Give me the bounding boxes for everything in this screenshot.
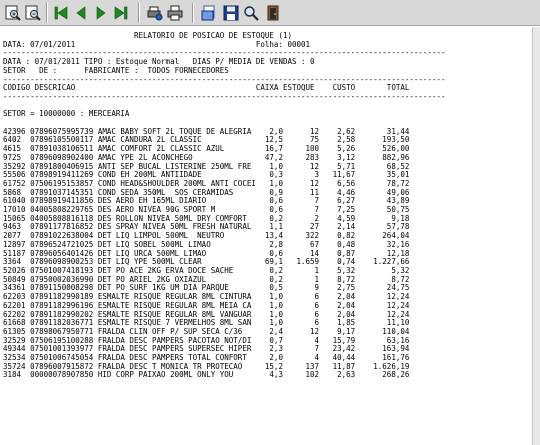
table-row: 61305 07898067950771 FRALDA CLIN OFF P/ … [3, 326, 410, 336]
open-button[interactable] [200, 4, 218, 22]
table-row: 61752 07506195153857 COND HEAD&SHOULDER … [3, 178, 410, 188]
open-icon [201, 5, 215, 21]
zoom-out-page-icon [25, 5, 41, 21]
find-button[interactable] [242, 4, 260, 22]
table-row: 55506 07898919411269 COND EH 200ML ANTII… [3, 170, 410, 180]
table-row: 32534 07501006745054 FRALDA DESC PAMPERS… [3, 353, 410, 363]
table-row: 9725 07896098902400 AMAC YPE 2L ACONCHEG… [3, 152, 410, 162]
next-page-icon [96, 6, 106, 20]
table-row: 62203 07891182990189 ESMALTE RISQUE REGU… [3, 292, 410, 302]
previous-page-button[interactable] [72, 4, 90, 22]
first-page-button[interactable] [52, 4, 70, 22]
vertical-scrollbar[interactable] [532, 27, 540, 445]
table-row: 15065 04005808816118 DES ROLLON NIVEA 50… [3, 213, 410, 223]
toolbar-separator [138, 3, 140, 23]
table-row: 62201 07891182996196 ESMALTE RISQUE REGU… [3, 300, 410, 310]
floppy-disk-icon [223, 5, 239, 21]
printer-setup-button[interactable] [146, 4, 164, 22]
report-date: DATA: 07/01/2011 [3, 39, 256, 49]
table-row: 42396 07896075995739 AMAC BABY SOFT 2L T… [3, 126, 410, 136]
table-row: 61668 07891182036771 ESMALTE RISQUE 7 VE… [3, 318, 410, 328]
first-page-icon [54, 6, 68, 20]
printer-setup-icon [147, 6, 163, 21]
table-row: 34361 07891150008298 DET PO SURF 1KG UM … [3, 283, 410, 293]
zoom-in-page-icon [5, 5, 21, 21]
printer-icon [167, 5, 183, 21]
divider: ----------------------------------------… [3, 74, 446, 84]
previous-page-icon [76, 6, 86, 20]
table-row: 32529 07506195100288 FRALDA DESC PAMPERS… [3, 335, 410, 345]
table-row: 61040 07898919411856 DES AERO EH 165ML D… [3, 196, 410, 206]
table-row: 6402 07896105500117 AMAC CANDURA 2L CLAS… [3, 135, 410, 145]
toolbar [0, 0, 540, 26]
table-row: 51187 07896056401426 DET LIQ URCA 500ML … [3, 248, 410, 258]
table-row: 3184 00000078907850 HID CORP PAIXAO 200M… [3, 370, 410, 380]
table-row: 9463 07891177816852 DES SPRAY NIVEA 50ML… [3, 222, 410, 232]
report-title: RELATORIO DE POSICAO DE ESTOQUE (1) [3, 31, 292, 40]
exit-button[interactable] [264, 4, 282, 22]
divider: ----------------------------------------… [3, 91, 446, 101]
table-row: 62202 07891182990202 ESMALTE RISQUE REGU… [3, 309, 410, 319]
report-page: RELATORIO DE POSICAO DE ESTOQUE (1) DATA… [0, 27, 532, 445]
divider: ----------------------------------------… [3, 48, 446, 58]
table-row: 35292 07891800406915 ANTI SEP BUCAL LIST… [3, 161, 410, 171]
magnifier-icon [244, 6, 259, 21]
last-page-button[interactable] [112, 4, 130, 22]
report-page-number: Folha: 00001 [255, 39, 311, 49]
table-row: 12897 07896524721025 DET LIQ SOBEL 500ML… [3, 239, 410, 249]
zoom-in-page-button[interactable] [4, 4, 22, 22]
report-setor-line: SETOR DE : FABRICANTE : TODOS FORNECEDOR… [3, 65, 229, 75]
table-row: 2077 07891022638004 DET LIQ LIMPOL 500ML… [3, 231, 410, 241]
table-row: 5868 07891037145351 COND SEDA 350ML SOS … [3, 187, 410, 197]
toolbar-separator [192, 3, 194, 23]
table-row: 35724 07896007915872 FRALDA DESC T MONIC… [3, 361, 410, 371]
table-row: 17010 04005808229765 DES AERO NIVEA 90G … [3, 205, 410, 215]
section-title: SETOR = 10000000 : MERCEARIA [3, 109, 130, 119]
table-row: 50849 07950002036990 DET PO ARIEL 2KG OX… [3, 274, 410, 284]
table-row: 49344 07501001393977 FRALDA DESC PAMPERS… [3, 344, 410, 354]
table-row: 4615 07891038106511 AMAC COMFORT 2L CLAS… [3, 144, 410, 154]
table-row: 3364 07896098900253 DET LIQ YPE 500ML CL… [3, 257, 410, 267]
exit-door-icon [267, 5, 279, 21]
toolbar-separator [46, 3, 48, 23]
report-filter-line: DATA : 07/01/2011 TIPO : Estoque Normal … [3, 57, 315, 67]
save-button[interactable] [222, 4, 240, 22]
column-headers: CODIGO DESCRICAO CAIXA ESTOQUE CUSTO TOT… [3, 83, 410, 93]
next-page-button[interactable] [92, 4, 110, 22]
report-text: RELATORIO DE POSICAO DE ESTOQUE (1) DATA… [0, 27, 532, 380]
last-page-icon [114, 6, 128, 20]
zoom-out-page-button[interactable] [24, 4, 42, 22]
table-row: 52026 07501007418193 DET PO ACE 2KG ERVA… [3, 265, 410, 275]
print-button[interactable] [166, 4, 184, 22]
